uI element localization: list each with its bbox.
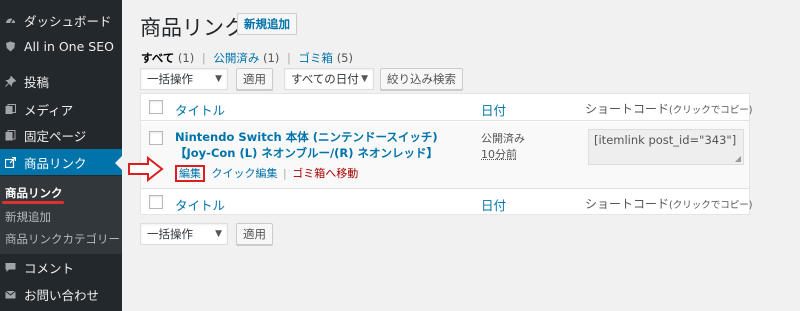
filter-separator: |	[201, 51, 206, 65]
select-all-checkbox[interactable]	[149, 100, 163, 114]
column-shortcode: ショートコード(クリックでコピー)	[585, 100, 752, 117]
active-arrow	[115, 156, 122, 170]
menu-product-links-label: 商品リンク	[24, 155, 87, 171]
filter-all-count: (1)	[177, 51, 195, 65]
filter-all[interactable]: すべて	[141, 51, 174, 65]
column-shortcode-note: (クリックでコピー)	[669, 200, 753, 211]
chevron-down-icon: ▼	[361, 74, 368, 84]
time-ago: 10分前	[481, 148, 517, 161]
column-shortcode-footer: ショートコード(クリックでコピー)	[585, 195, 752, 212]
select-all-checkbox-footer[interactable]	[149, 195, 163, 209]
menu-media[interactable]: メディア	[0, 96, 122, 122]
link-icon	[5, 156, 16, 168]
menu-dashboard[interactable]: ダッシュボード	[0, 7, 122, 33]
bulk-action-select-bottom[interactable]: 一括操作 ▼	[140, 223, 228, 245]
apply-button-bottom[interactable]: 適用	[236, 223, 273, 245]
row-actions: 編集 クイック編集 | ゴミ箱へ移動	[175, 165, 358, 182]
table-row: Nintendo Switch 本体 (ニンテンドースイッチ) 【Joy-Con…	[141, 122, 749, 188]
trash-link[interactable]: ゴミ箱へ移動	[292, 167, 358, 180]
edit-link[interactable]: 編集	[175, 165, 205, 182]
date-filter-select[interactable]: すべての日付 ▼	[284, 68, 374, 90]
row-title-link[interactable]: Nintendo Switch 本体 (ニンテンドースイッチ) 【Joy-Con…	[175, 129, 471, 161]
menu-aioseo-label: All in One SEO	[24, 38, 114, 54]
menu-product-links[interactable]: 商品リンク	[0, 149, 122, 175]
media-icon	[5, 103, 16, 115]
menu-posts[interactable]: 投稿	[0, 68, 122, 94]
submenu-item-add-new[interactable]: 新規追加	[5, 209, 51, 225]
pin-icon	[5, 75, 16, 87]
red-arrow-annotation	[128, 156, 164, 182]
add-new-button[interactable]: 新規追加	[237, 13, 297, 35]
column-title-footer[interactable]: タイトル	[175, 195, 225, 214]
column-shortcode-label: ショートコード	[585, 102, 670, 116]
menu-dashboard-label: ダッシュボード	[24, 13, 112, 29]
submenu-item-product-links[interactable]: 商品リンク	[5, 185, 63, 201]
row-date: 公開済み 10分前	[481, 131, 525, 163]
bulk-action-select[interactable]: 一括操作 ▼	[140, 68, 228, 90]
menu-pages-label: 固定ページ	[24, 128, 87, 144]
apply-button[interactable]: 適用	[236, 68, 273, 90]
status-filters: すべて (1) | 公開済み (1) | ゴミ箱 (5)	[141, 50, 353, 66]
submenu-item-categories[interactable]: 商品リンクカテゴリー	[5, 231, 120, 247]
shortcode-field[interactable]: [itemlink post_id="343"] ◢	[588, 129, 744, 165]
admin-sidebar: ダッシュボード All in One SEO 投稿 メディア 固定ページ 商品リ…	[0, 0, 122, 311]
post-status: 公開済み	[481, 132, 525, 145]
shield-icon	[5, 41, 16, 52]
filter-trash[interactable]: ゴミ箱	[299, 51, 334, 65]
mail-icon	[5, 289, 16, 300]
filter-trash-count: (5)	[336, 51, 353, 65]
product-links-table: タイトル 日付 ショートコード(クリックでコピー) Nintendo Switc…	[140, 93, 752, 215]
chevron-down-icon: ▼	[215, 74, 222, 84]
resize-grip-icon[interactable]: ◢	[735, 154, 741, 163]
column-date-footer[interactable]: 日付	[481, 195, 506, 214]
column-shortcode-note: (クリックでコピー)	[669, 105, 753, 116]
bulk-action-value: 一括操作	[147, 72, 193, 86]
dashboard-icon	[5, 15, 16, 26]
column-date[interactable]: 日付	[481, 100, 506, 119]
menu-aioseo[interactable]: All in One SEO	[0, 33, 122, 59]
red-underline-annotation	[2, 201, 64, 204]
page-title: 商品リンク	[140, 16, 245, 40]
menu-contact-label: お問い合わせ	[24, 287, 100, 303]
menu-contact[interactable]: お問い合わせ	[0, 281, 122, 307]
column-title[interactable]: タイトル	[175, 100, 225, 119]
bulk-action-value-bottom: 一括操作	[147, 227, 193, 241]
date-filter-value: すべての日付	[291, 72, 359, 86]
comment-icon	[5, 262, 16, 273]
column-shortcode-label: ショートコード	[585, 197, 670, 211]
filter-published-count: (1)	[263, 51, 280, 65]
filter-published[interactable]: 公開済み	[213, 51, 259, 65]
menu-media-label: メディア	[24, 102, 74, 118]
row-checkbox[interactable]	[149, 131, 163, 145]
table-header: タイトル 日付 ショートコード(クリックでコピー)	[141, 94, 752, 121]
filter-separator: |	[287, 51, 291, 65]
menu-comments-label: コメント	[24, 260, 75, 276]
filter-button[interactable]: 絞り込み検索	[380, 68, 463, 90]
menu-posts-label: 投稿	[24, 74, 50, 90]
action-separator: |	[283, 167, 287, 180]
chevron-down-icon: ▼	[215, 229, 222, 239]
menu-comments[interactable]: コメント	[0, 254, 122, 280]
page-icon	[5, 129, 16, 141]
menu-pages[interactable]: 固定ページ	[0, 122, 122, 148]
table-footer: タイトル 日付 ショートコード(クリックでコピー)	[141, 188, 752, 215]
quick-edit-link[interactable]: クイック編集	[212, 167, 278, 180]
shortcode-text: [itemlink post_id="343"]	[594, 133, 737, 147]
